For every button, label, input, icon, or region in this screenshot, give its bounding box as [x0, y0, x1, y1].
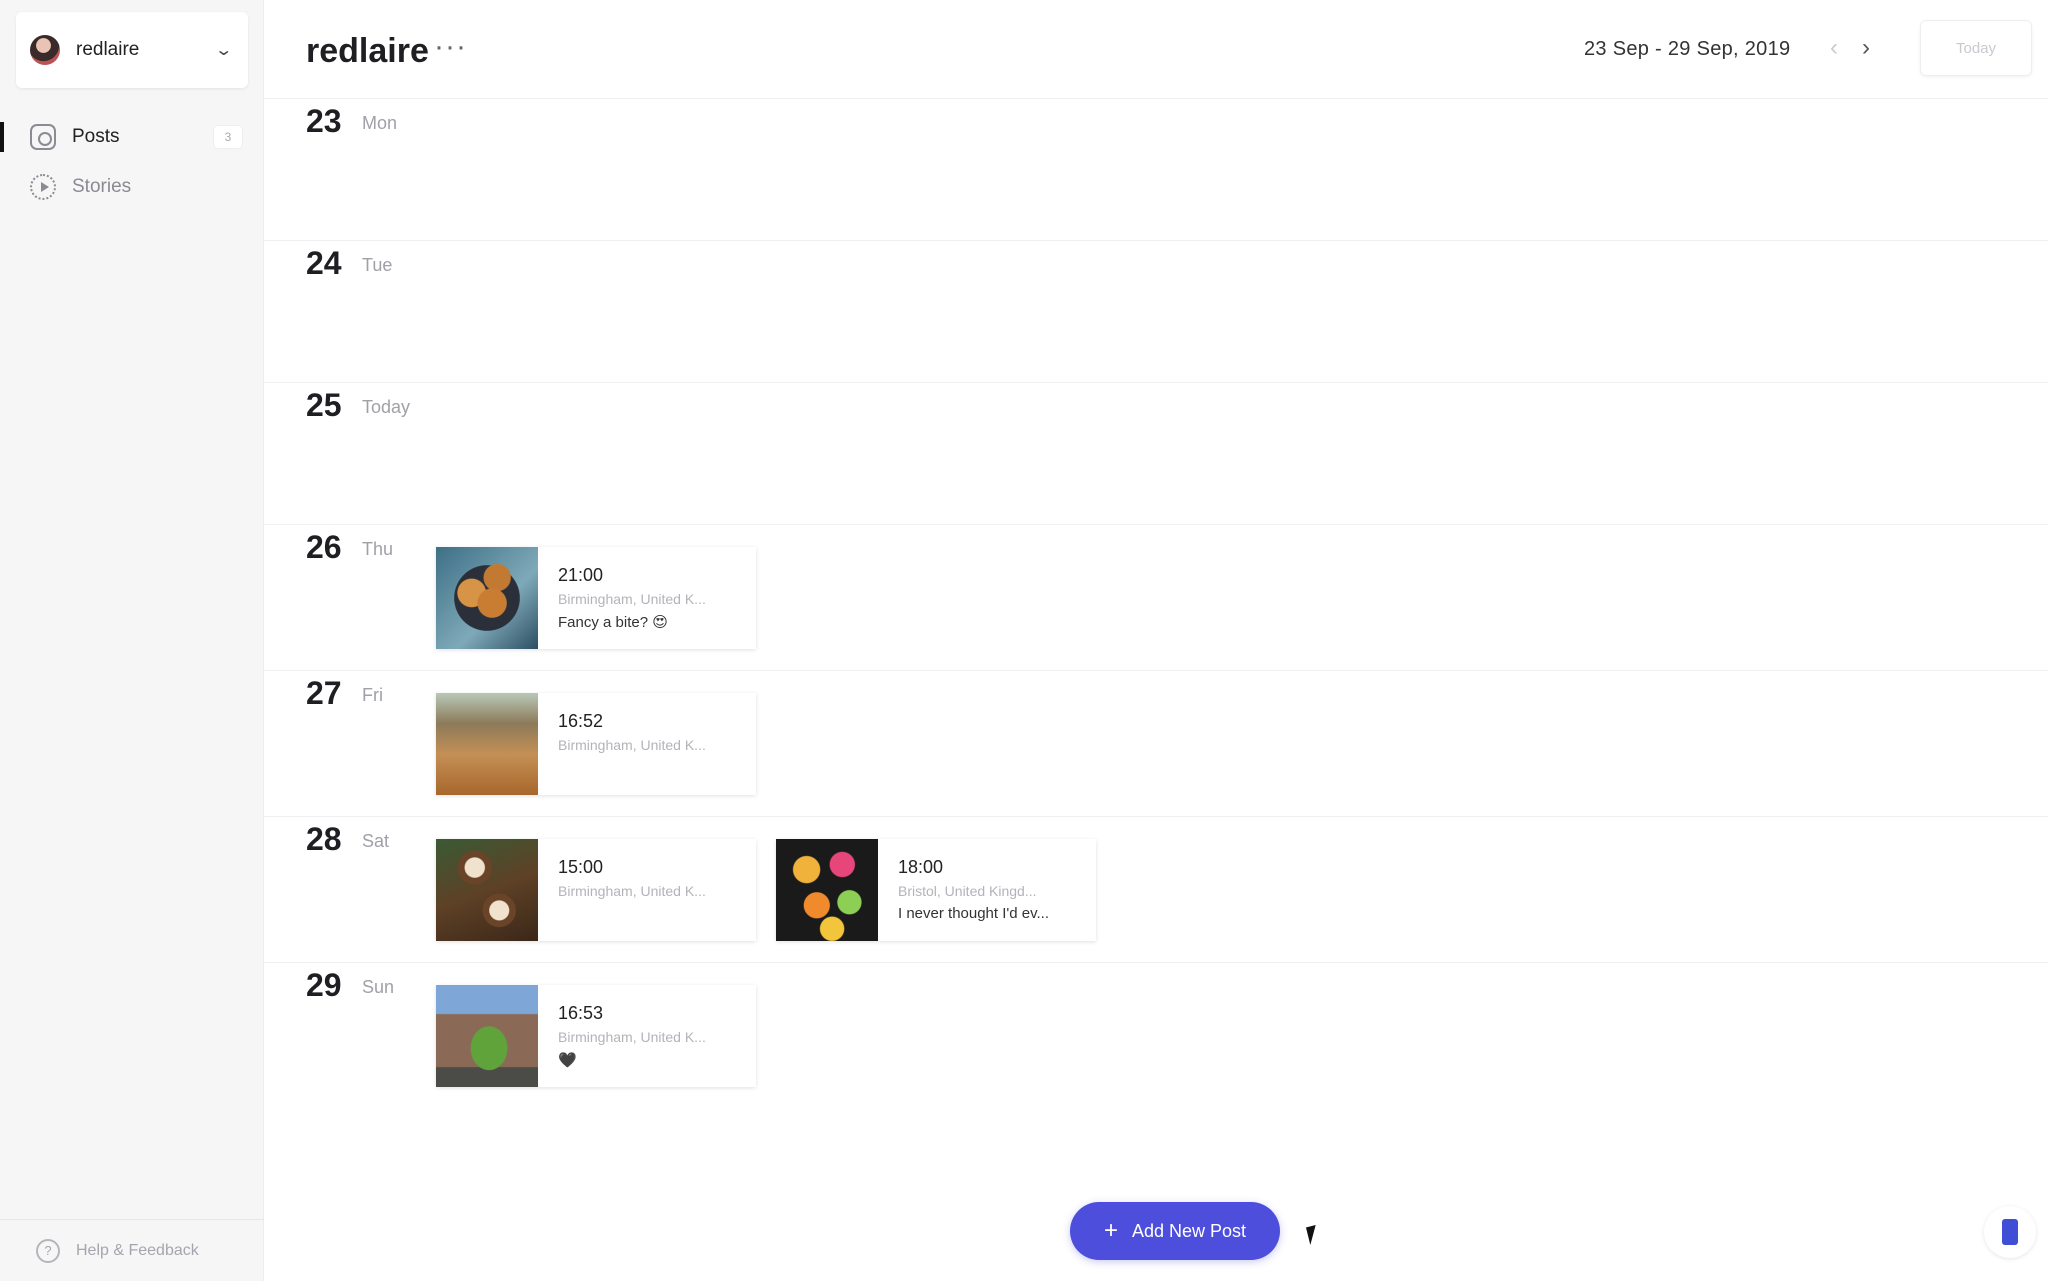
day-row: 29 Sun 16:53 Birmingham, United K... 🖤 — [264, 962, 2048, 1108]
post-time: 16:53 — [558, 1003, 604, 1023]
post-time: 16:52 — [558, 711, 604, 731]
post-card[interactable]: 15:00 Birmingham, United K... — [436, 839, 756, 941]
day-number: 27 — [306, 675, 342, 711]
day-name: Mon — [362, 113, 398, 133]
day-row: 26 Thu 21:00 Birmingham, United K... Fan… — [264, 524, 2048, 670]
post-thumbnail — [436, 547, 538, 649]
post-card[interactable]: 16:52 Birmingham, United K... — [436, 693, 756, 795]
post-location: Bristol, United Kingd... — [898, 883, 1037, 899]
add-new-post-label: Add New Post — [1131, 1220, 1247, 1241]
account-name: redlaire — [76, 39, 140, 60]
day-name: Today — [362, 397, 411, 417]
today-button[interactable]: Today — [1920, 20, 2032, 76]
day-row: 24 Tue — [264, 240, 2048, 382]
sidebar-item-label: Stories — [72, 176, 132, 197]
day-number: 29 — [306, 967, 342, 1003]
day-row: 28 Sat 15:00 Birmingham, United K... 18:… — [264, 816, 2048, 962]
post-thumbnail — [436, 693, 538, 795]
post-info: 16:53 Birmingham, United K... 🖤 — [538, 985, 706, 1087]
account-switcher[interactable]: redlaire ⌄ — [16, 12, 248, 88]
posts-count-badge: 3 — [214, 126, 242, 148]
post-location: Birmingham, United K... — [558, 883, 706, 899]
prev-week-button[interactable]: ‹ — [1830, 34, 1838, 62]
sidebar-item-label: Posts — [72, 126, 120, 147]
help-icon: ? — [36, 1238, 60, 1263]
post-card[interactable]: 16:53 Birmingham, United K... 🖤 — [436, 985, 756, 1087]
day-row: 25 Today — [264, 382, 2048, 524]
sidebar-item-stories[interactable]: Stories — [0, 162, 264, 212]
date-range: 23 Sep - 29 Sep, 2019 — [1584, 38, 1791, 60]
calendar-header: redlaire ··· 23 Sep - 29 Sep, 2019 ‹ › T… — [264, 0, 2048, 100]
sidebar-item-posts[interactable]: Posts 3 — [0, 112, 264, 162]
day-number: 28 — [306, 821, 342, 857]
post-thumbnail — [776, 839, 878, 941]
phone-icon — [2002, 1219, 2018, 1245]
post-info: 15:00 Birmingham, United K... — [538, 839, 706, 941]
post-location: Birmingham, United K... — [558, 1029, 706, 1045]
post-thumbnail — [436, 839, 538, 941]
post-info: 18:00 Bristol, United Kingd... I never t… — [878, 839, 1049, 941]
post-location: Birmingham, United K... — [558, 737, 706, 753]
post-info: 16:52 Birmingham, United K... — [538, 693, 706, 795]
post-time: 18:00 — [898, 857, 944, 877]
next-week-button[interactable]: › — [1862, 34, 1870, 62]
plus-icon: + — [1103, 1217, 1118, 1244]
day-name: Fri — [362, 685, 383, 705]
phone-preview-button[interactable] — [1984, 1206, 2036, 1258]
camera-icon — [30, 124, 56, 150]
app-window: redlaire ⌄ Posts 3 Stories ? Help & Feed… — [0, 0, 2048, 1281]
page-title: redlaire — [306, 32, 429, 70]
post-thumbnail — [436, 985, 538, 1087]
help-feedback-link[interactable]: ? Help & Feedback — [0, 1219, 264, 1281]
day-number: 24 — [306, 245, 342, 281]
sidebar: redlaire ⌄ Posts 3 Stories ? Help & Feed… — [0, 0, 264, 1281]
post-info: 21:00 Birmingham, United K... Fancy a bi… — [538, 547, 706, 649]
day-row: 23 Mon — [264, 98, 2048, 240]
day-name: Thu — [362, 539, 394, 559]
post-time: 15:00 — [558, 857, 604, 877]
day-number: 23 — [306, 103, 342, 139]
add-new-post-button[interactable]: + Add New Post — [1070, 1202, 1280, 1260]
day-name: Tue — [362, 255, 393, 275]
post-card[interactable]: 21:00 Birmingham, United K... Fancy a bi… — [436, 547, 756, 649]
mouse-pointer-icon — [1305, 1225, 1321, 1245]
more-options-icon[interactable]: ··· — [434, 30, 467, 64]
post-card[interactable]: 18:00 Bristol, United Kingd... I never t… — [776, 839, 1096, 941]
post-caption: 🖤 — [558, 1052, 577, 1069]
sidebar-nav: Posts 3 Stories — [0, 112, 264, 212]
chevron-down-icon: ⌄ — [213, 42, 233, 59]
day-number: 26 — [306, 529, 342, 565]
day-name: Sun — [362, 977, 395, 997]
post-time: 21:00 — [558, 565, 604, 585]
stories-icon — [30, 174, 56, 200]
post-location: Birmingham, United K... — [558, 591, 706, 607]
day-row: 27 Fri 16:52 Birmingham, United K... — [264, 670, 2048, 816]
post-caption: I never thought I'd ev... — [898, 905, 1050, 922]
day-name: Sat — [362, 831, 390, 851]
help-label: Help & Feedback — [76, 1241, 199, 1259]
avatar — [30, 35, 60, 65]
day-number: 25 — [306, 387, 342, 423]
post-caption: Fancy a bite? 😍 — [558, 614, 668, 631]
